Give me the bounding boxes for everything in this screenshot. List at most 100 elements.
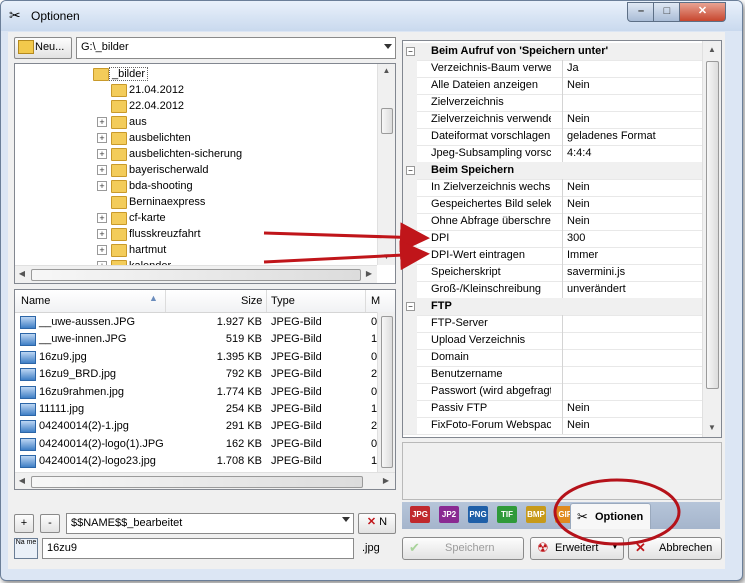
new-folder-button[interactable]: Neu...	[14, 37, 72, 59]
remove-pattern-button[interactable]: -	[40, 514, 60, 533]
property-value[interactable]: Nein	[567, 198, 590, 210]
save-button[interactable]: ✔ Speichern	[402, 537, 524, 560]
rename-pattern-combobox[interactable]: $$NAME$$_bearbeitet	[66, 513, 354, 534]
tree-expand-icon[interactable]: +	[97, 133, 107, 143]
column-divider[interactable]	[562, 179, 563, 196]
tab-tif[interactable]: TIF	[497, 506, 517, 523]
cancel-button[interactable]: ✕ Abbrechen	[628, 537, 722, 560]
folder-tree[interactable]: _bilder 21.04.2012 22.04.2012 + aus + ausbeli…	[14, 63, 396, 284]
scroll-up-arrow-icon[interactable]: ▲	[378, 66, 395, 75]
scroll-thumb[interactable]	[31, 476, 363, 488]
property-row[interactable]: Passwort (wird abgefragt...	[403, 383, 702, 401]
column-divider[interactable]	[562, 60, 563, 77]
title-bar[interactable]: ✂ Optionen – □ ✕	[1, 1, 742, 31]
property-row[interactable]: Jpeg-Subsampling vorsc... 4:4:4	[403, 145, 702, 163]
column-divider[interactable]	[562, 145, 563, 162]
property-row[interactable]: Alle Dateien anzeigen Nein	[403, 77, 702, 95]
filename-input[interactable]: 16zu9	[42, 538, 354, 559]
property-category[interactable]: − FTP	[403, 298, 702, 316]
tab-jpg[interactable]: JPG	[410, 506, 430, 523]
column-header-modified[interactable]: M	[371, 295, 380, 307]
property-value[interactable]: Nein	[567, 113, 590, 125]
column-header-type[interactable]: Type	[271, 295, 295, 307]
scroll-left-arrow-icon[interactable]: ◀	[17, 476, 27, 485]
file-row[interactable]: 16zu9_BRD.jpg 792 KB JPEG-Bild 2	[15, 366, 395, 383]
chevron-down-icon[interactable]	[342, 517, 350, 522]
property-value[interactable]: Nein	[567, 181, 590, 193]
property-row[interactable]: Speicherskript savermini.js	[403, 264, 702, 282]
scroll-down-arrow-icon[interactable]: ▼	[703, 423, 721, 432]
column-header-name[interactable]: Name	[21, 295, 50, 307]
property-value[interactable]: savermini.js	[567, 266, 625, 278]
scroll-thumb[interactable]	[706, 61, 719, 389]
tab-png[interactable]: PNG	[468, 506, 488, 523]
scroll-right-arrow-icon[interactable]: ▶	[381, 476, 391, 485]
tree-expand-icon[interactable]: +	[97, 165, 107, 175]
property-value[interactable]: unverändert	[567, 283, 626, 295]
property-value[interactable]: Nein	[567, 79, 590, 91]
property-value[interactable]: Nein	[567, 402, 590, 414]
property-value[interactable]: 4:4:4	[567, 147, 591, 159]
column-divider[interactable]	[562, 230, 563, 247]
property-row[interactable]: Upload Verzeichnis	[403, 332, 702, 350]
property-row[interactable]: Verzeichnis-Baum verwe... Ja	[403, 60, 702, 78]
collapse-icon[interactable]: −	[406, 166, 415, 175]
tree-expand-icon[interactable]: +	[97, 213, 107, 223]
file-list[interactable]: Name ▲ Size Type M __uwe-aussen.JPG 1.927…	[14, 289, 396, 490]
scroll-thumb[interactable]	[381, 316, 393, 468]
tree-expand-icon[interactable]: +	[97, 229, 107, 239]
tree-expand-icon[interactable]: +	[97, 181, 107, 191]
column-divider[interactable]	[365, 290, 366, 312]
file-row[interactable]: __uwe-aussen.JPG 1.927 KB JPEG-Bild 0	[15, 314, 395, 331]
chevron-down-icon[interactable]	[384, 44, 392, 49]
tree-expand-icon[interactable]: +	[97, 117, 107, 127]
column-divider[interactable]	[562, 383, 563, 400]
property-row[interactable]: Dateiformat vorschlagen geladenes Format	[403, 128, 702, 146]
file-row[interactable]: 11111.jpg 254 KB JPEG-Bild 1	[15, 401, 395, 418]
file-row[interactable]: __uwe-innen.JPG 519 KB JPEG-Bild 1	[15, 331, 395, 348]
filelist-horizontal-scrollbar[interactable]: ◀ ▶	[15, 472, 395, 489]
tab-bmp[interactable]: BMP	[526, 506, 546, 523]
property-value[interactable]: 300	[567, 232, 585, 244]
collapse-icon[interactable]: −	[406, 47, 415, 56]
property-row[interactable]: Domain	[403, 349, 702, 367]
filelist-vertical-scrollbar[interactable]	[377, 312, 395, 472]
column-divider[interactable]	[562, 366, 563, 383]
column-divider[interactable]	[562, 349, 563, 366]
tree-horizontal-scrollbar[interactable]: ◀ ▶	[15, 265, 377, 283]
scroll-thumb[interactable]	[381, 108, 393, 134]
property-row[interactable]: Benutzername	[403, 366, 702, 384]
column-divider[interactable]	[562, 128, 563, 145]
property-row[interactable]: Zielverzeichnis verwenden Nein	[403, 111, 702, 129]
column-divider[interactable]	[562, 196, 563, 213]
file-row[interactable]: 04240014(2)-1.jpg 291 KB JPEG-Bild 2	[15, 418, 395, 435]
property-row[interactable]: Ohne Abfrage überschrei... Nein	[403, 213, 702, 231]
file-row[interactable]: 04240014(2)-logo23.jpg 1.708 KB JPEG-Bild 1	[15, 453, 395, 470]
scroll-thumb[interactable]	[31, 269, 361, 281]
property-row[interactable]: In Zielverzeichnis wechs... Nein	[403, 179, 702, 197]
clear-pattern-button[interactable]: ✕ N	[358, 513, 396, 534]
property-row[interactable]: DPI-Wert eintragen Immer	[403, 247, 702, 265]
close-button[interactable]: ✕	[679, 2, 726, 22]
property-value[interactable]: Immer	[567, 249, 598, 261]
path-combobox[interactable]: G:\_bilder	[76, 37, 396, 59]
tab-optionen[interactable]: ✂ Optionen	[570, 503, 651, 529]
tab-jp2[interactable]: JP2	[439, 506, 459, 523]
column-divider[interactable]	[562, 315, 563, 332]
property-category[interactable]: − Beim Speichern	[403, 162, 702, 180]
property-value[interactable]: Ja	[567, 62, 579, 74]
scroll-left-arrow-icon[interactable]: ◀	[17, 269, 27, 278]
collapse-icon[interactable]: −	[406, 302, 415, 311]
file-row[interactable]: 04240014(2)-logo(1).JPG 162 KB JPEG-Bild 0	[15, 436, 395, 453]
advanced-button[interactable]: ☢ Erweitert ▼	[530, 537, 624, 560]
property-row[interactable]: FTP-Server	[403, 315, 702, 333]
property-value[interactable]: Nein	[567, 215, 590, 227]
column-divider[interactable]	[562, 247, 563, 264]
property-category[interactable]: − Beim Aufruf von 'Speichern unter'	[403, 43, 702, 61]
property-row[interactable]: Zielverzeichnis	[403, 94, 702, 112]
column-divider[interactable]	[562, 77, 563, 94]
column-divider[interactable]	[562, 213, 563, 230]
column-divider[interactable]	[562, 281, 563, 298]
column-divider[interactable]	[562, 400, 563, 417]
column-divider[interactable]	[562, 94, 563, 111]
